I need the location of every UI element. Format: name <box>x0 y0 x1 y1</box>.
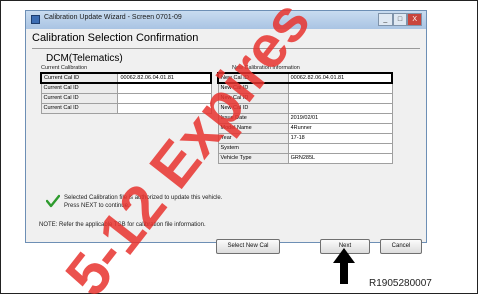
close-button[interactable]: X <box>407 13 423 26</box>
title-bar[interactable]: Calibration Update Wizard - Screen 0701-… <box>26 11 426 29</box>
reference-code: R1905280007 <box>369 278 432 289</box>
current-calibration-table: Current Cal ID 00062.82.06.04.01.81 Curr… <box>40 72 213 114</box>
row-label: Issue Date <box>217 112 289 124</box>
row-value: 4Runner <box>287 122 393 134</box>
row-value <box>287 92 393 104</box>
row-label: New Cal ID <box>216 72 289 84</box>
table-row[interactable]: Current Cal ID <box>40 102 212 114</box>
minimize-button[interactable]: _ <box>378 13 393 26</box>
row-value: 2019/02/01 <box>287 112 393 124</box>
checkmark-icon <box>46 194 60 208</box>
row-value <box>117 102 212 114</box>
table-row[interactable]: Current Cal ID <box>40 82 212 94</box>
message-line-1: Selected Calibration file is authorized … <box>64 195 223 201</box>
row-label: Current Cal ID <box>40 92 119 104</box>
row-value <box>117 92 212 104</box>
row-label: Year <box>217 132 289 144</box>
row-value: 17-18 <box>287 132 393 144</box>
new-calibration-table: New Cal ID 00062.82.06.04.01.81 New Cal … <box>216 72 393 164</box>
row-label: System <box>217 142 289 154</box>
divider <box>32 48 420 49</box>
authorization-message: Selected Calibration file is authorized … <box>64 194 222 210</box>
tsb-note: NOTE: Refer the applicable TSB for calib… <box>39 222 206 228</box>
row-label: Vehicle Type <box>217 152 289 164</box>
row-label: Current Cal ID <box>40 72 119 84</box>
row-value: 00062.82.06.04.01.81 <box>117 72 213 84</box>
row-label: New Cal ID <box>217 92 289 104</box>
row-value <box>117 82 212 94</box>
new-calibration-label: New Calibration Information <box>232 65 300 71</box>
table-row[interactable]: New Cal ID 00062.82.06.04.01.81 <box>216 72 393 84</box>
window-controls: _ □ X <box>378 13 423 26</box>
current-calibration-label: Current Calibration <box>41 65 88 71</box>
table-row[interactable]: Vehicle Type GRN285L <box>217 152 393 164</box>
maximize-button[interactable]: □ <box>392 13 408 26</box>
table-row[interactable]: Issue Date 2019/02/01 <box>217 112 393 124</box>
window-title: Calibration Update Wizard - Screen 0701-… <box>44 14 182 21</box>
row-value <box>287 102 393 114</box>
row-value: 00062.82.06.04.01.81 <box>287 72 393 84</box>
row-value <box>287 142 393 154</box>
table-row[interactable]: Current Cal ID <box>40 92 212 104</box>
table-row[interactable]: New Cal ID <box>217 102 393 114</box>
row-label: Current Cal ID <box>40 102 119 114</box>
select-new-cal-button[interactable]: Select New Cal <box>216 239 280 254</box>
table-row[interactable]: Current Cal ID 00062.82.06.04.01.81 <box>40 72 213 84</box>
app-icon <box>31 15 40 24</box>
row-value: GRN285L <box>287 152 393 164</box>
row-label: Current Cal ID <box>40 82 119 94</box>
table-row[interactable]: New Cal ID <box>217 82 393 94</box>
wizard-window: Calibration Update Wizard - Screen 0701-… <box>25 10 427 254</box>
table-row[interactable]: New Cal ID <box>217 92 393 104</box>
table-row[interactable]: Year 17-18 <box>217 132 393 144</box>
up-arrow-icon <box>333 248 355 284</box>
row-label: Model Name <box>217 122 289 134</box>
message-line-2: Press NEXT to continue. <box>64 203 130 209</box>
table-row[interactable]: System <box>217 142 393 154</box>
module-name: DCM(Telematics) <box>46 53 123 64</box>
page-title: Calibration Selection Confirmation <box>32 32 199 44</box>
table-row[interactable]: Model Name 4Runner <box>217 122 393 134</box>
cancel-button[interactable]: Cancel <box>380 239 422 254</box>
row-label: New Cal ID <box>217 102 289 114</box>
row-label: New Cal ID <box>217 82 289 94</box>
row-value <box>287 82 393 94</box>
